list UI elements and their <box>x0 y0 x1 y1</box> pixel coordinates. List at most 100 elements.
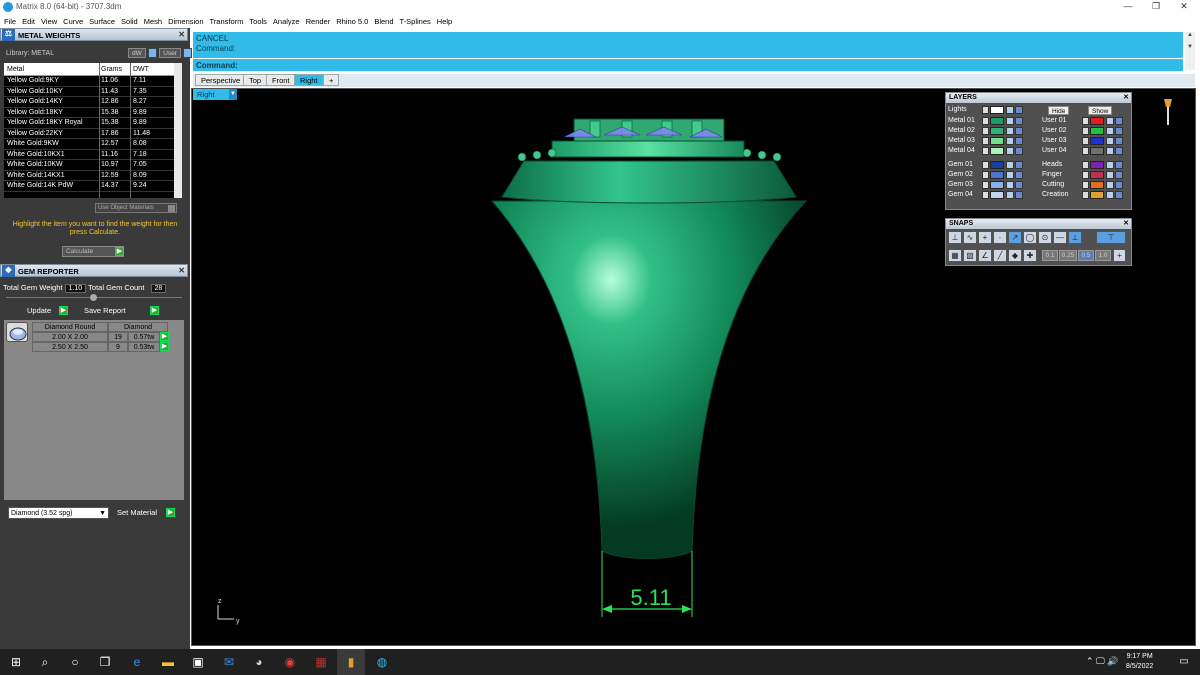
snap-angle-icon[interactable]: ∠ <box>978 249 992 262</box>
tab-top[interactable]: Top <box>243 74 268 86</box>
lamp-icon[interactable] <box>1162 97 1174 125</box>
file-explorer-icon[interactable]: ▬ <box>160 654 176 670</box>
lock-icon[interactable] <box>1006 117 1014 125</box>
search-icon[interactable]: ⌕ <box>37 654 53 670</box>
lock-icon[interactable] <box>1106 161 1114 169</box>
lock-icon[interactable] <box>1006 161 1014 169</box>
menu-tsplines[interactable]: T-Splines <box>397 14 434 26</box>
visibility-icon[interactable] <box>1115 127 1123 135</box>
lock-icon[interactable] <box>1106 181 1114 189</box>
snap-step-value[interactable]: 0.25 <box>1059 250 1077 261</box>
table-row[interactable]: Yellow Gold:18KY 15.38 9.89 <box>4 108 180 118</box>
visibility-icon[interactable] <box>1115 191 1123 199</box>
visibility-icon[interactable] <box>1015 137 1023 145</box>
layer-color-swatch[interactable] <box>990 127 1004 135</box>
snap-center-icon[interactable]: ⊙ <box>1038 231 1052 244</box>
layer-row[interactable]: Metal 02 <box>948 127 1038 136</box>
lock-icon[interactable] <box>1106 147 1114 155</box>
layer-color-swatch[interactable] <box>990 171 1004 179</box>
expand-icon[interactable] <box>1082 137 1089 145</box>
snap-lock-icon[interactable]: ⊤ <box>1096 231 1126 244</box>
menu-view[interactable]: View <box>38 14 60 26</box>
lock-icon[interactable] <box>1006 106 1014 114</box>
lock-icon[interactable] <box>1106 127 1114 135</box>
material-select[interactable]: Diamond (3.52 spg) ▼ <box>8 507 109 519</box>
close-icon[interactable]: ✕ <box>1123 93 1129 103</box>
layer-row[interactable]: Gem 04 <box>948 191 1038 200</box>
layer-row[interactable]: User 02 <box>1042 127 1132 136</box>
expand-icon[interactable] <box>1082 191 1089 199</box>
mail-icon[interactable]: ✉ <box>221 654 237 670</box>
expand-icon[interactable] <box>982 117 989 125</box>
visibility-icon[interactable] <box>1015 127 1023 135</box>
table-row[interactable]: Yellow Gold:14KY 12.86 8.27 <box>4 97 180 108</box>
command-input[interactable]: Command: <box>193 58 1183 71</box>
system-tray[interactable]: ⌃ 🖵 🔊 <box>1086 656 1118 667</box>
menu-file[interactable]: File <box>0 14 19 26</box>
lock-icon[interactable] <box>1006 181 1014 189</box>
layer-row[interactable]: Metal 01 <box>948 117 1038 126</box>
layer-color-swatch[interactable] <box>1090 137 1104 145</box>
snap-end-icon[interactable]: ↗ <box>1008 231 1022 244</box>
expand-icon[interactable] <box>1082 117 1089 125</box>
menu-blend[interactable]: Blend <box>371 14 396 26</box>
table-row[interactable]: Yellow Gold:22KY 17.86 11.48 <box>4 129 180 139</box>
gem-row[interactable]: 2.50 X 2.50 9 0.53tw ▶ <box>32 342 172 352</box>
minimize-button[interactable]: — <box>1118 1 1138 11</box>
layer-row[interactable]: Gem 02 <box>948 171 1038 180</box>
visibility-icon[interactable] <box>1015 147 1023 155</box>
set-material-button[interactable]: Set Material ▶ <box>117 508 175 517</box>
snap-ortho-icon[interactable]: ▦ <box>948 249 962 262</box>
layer-color-swatch[interactable] <box>990 191 1004 199</box>
table-row[interactable]: White Gold:10KX1 11.16 7.18 <box>4 150 180 160</box>
matrix-icon[interactable]: ◍ <box>374 654 390 670</box>
edge-icon[interactable]: e <box>129 654 145 670</box>
menu-edit[interactable]: Edit <box>19 14 38 26</box>
lights-swatch[interactable] <box>990 106 1004 114</box>
menu-solid[interactable]: Solid <box>118 14 141 26</box>
expand-icon[interactable] <box>982 106 989 114</box>
visibility-icon[interactable] <box>1115 147 1123 155</box>
expand-icon[interactable] <box>982 191 989 199</box>
metal-table-scrollbar[interactable] <box>174 63 182 198</box>
play-icon[interactable]: ▶ <box>59 306 68 315</box>
notification-icon[interactable]: ▭ <box>1176 654 1192 670</box>
layer-row[interactable]: Metal 03 <box>948 137 1038 146</box>
dw-toggle[interactable] <box>147 48 157 58</box>
store-icon[interactable]: ▣ <box>190 654 206 670</box>
maximize-button[interactable]: ❐ <box>1146 1 1166 12</box>
menu-curve[interactable]: Curve <box>60 14 86 26</box>
layer-color-swatch[interactable] <box>990 117 1004 125</box>
layer-row[interactable]: Heads <box>1042 161 1132 170</box>
dw-button[interactable]: dW <box>128 48 146 58</box>
snap-line-icon[interactable]: ╱ <box>993 249 1007 262</box>
dimension-value[interactable]: 5.11 <box>630 585 671 610</box>
snap-plus-icon[interactable]: ✚ <box>1023 249 1037 262</box>
snap-step-value[interactable]: 1.0 <box>1095 250 1111 261</box>
expand-icon[interactable] <box>1082 171 1089 179</box>
expand-icon[interactable] <box>982 161 989 169</box>
expand-icon[interactable] <box>982 127 989 135</box>
snap-add-icon[interactable]: + <box>1113 249 1126 262</box>
layer-color-swatch[interactable] <box>1090 171 1104 179</box>
close-icon[interactable]: ✕ <box>1123 219 1129 229</box>
play-icon[interactable]: ▶ <box>160 342 169 351</box>
lock-icon[interactable] <box>1006 171 1014 179</box>
visibility-icon[interactable] <box>1115 171 1123 179</box>
expand-icon[interactable] <box>982 137 989 145</box>
layer-row[interactable]: Gem 03 <box>948 181 1038 190</box>
layer-row[interactable]: Gem 01 <box>948 161 1038 170</box>
snap-curve-icon[interactable]: ∿ <box>963 231 977 244</box>
snap-step-value[interactable]: 0.1 <box>1042 250 1058 261</box>
expand-icon[interactable] <box>982 181 989 189</box>
slider-handle[interactable] <box>90 294 97 301</box>
layer-color-swatch[interactable] <box>990 181 1004 189</box>
checkbox-icon[interactable] <box>168 205 175 212</box>
table-row[interactable]: Yellow Gold:18KY Royal 15.38 9.89 <box>4 118 180 129</box>
lights-row[interactable]: Lights Hide Show <box>948 106 1128 115</box>
layer-color-swatch[interactable] <box>1090 117 1104 125</box>
hide-button[interactable]: Hide <box>1048 106 1070 115</box>
menu-surface[interactable]: Surface <box>86 14 118 26</box>
tab-perspective[interactable]: Perspective <box>195 74 247 86</box>
update-button[interactable]: Update ▶ <box>27 306 68 315</box>
